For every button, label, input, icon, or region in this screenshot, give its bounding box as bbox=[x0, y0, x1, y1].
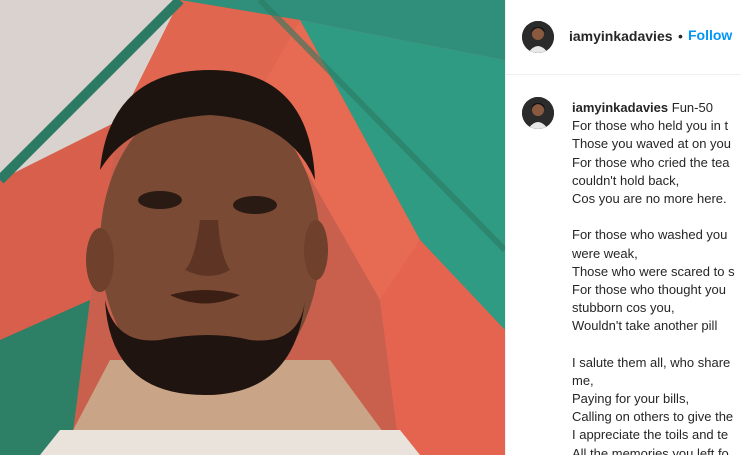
caption-title: Fun-50 bbox=[671, 100, 713, 115]
caption-line: were weak, bbox=[572, 245, 638, 261]
caption-line: I appreciate the toils and te bbox=[572, 427, 729, 443]
caption-line: Cos you are no more here. bbox=[572, 190, 727, 206]
post-side-panel: iamyinkadavies • Follow iamyinkadavies F… bbox=[505, 0, 741, 455]
caption-line: Calling on others to give the bbox=[572, 409, 734, 425]
caption-username[interactable]: iamyinkadavies bbox=[572, 100, 668, 115]
caption-line: For those who cried the tea bbox=[572, 154, 730, 170]
caption-avatar[interactable] bbox=[522, 97, 554, 129]
avatar[interactable] bbox=[522, 21, 554, 53]
caption-blank bbox=[572, 208, 741, 226]
caption-line: me, bbox=[572, 372, 594, 388]
caption-line: Wouldn't take another pill bbox=[572, 318, 718, 334]
header-username[interactable]: iamyinkadavies bbox=[569, 28, 673, 44]
post-caption: iamyinkadavies Fun-50 For those who held… bbox=[572, 99, 741, 455]
profile-avatar-icon bbox=[522, 21, 554, 53]
post-header: iamyinkadavies • Follow bbox=[506, 0, 741, 75]
caption-line: Those you waved at on you bbox=[572, 136, 731, 152]
caption-line: For those who washed you bbox=[572, 227, 728, 243]
caption-header-line: iamyinkadavies Fun-50 bbox=[572, 99, 741, 117]
header-separator: • bbox=[678, 28, 683, 44]
caption-line: stubborn cos you, bbox=[572, 300, 675, 316]
profile-avatar-icon bbox=[522, 97, 554, 129]
follow-button[interactable]: Follow bbox=[688, 27, 732, 43]
caption-blank bbox=[572, 335, 741, 353]
caption-line: For those who held you in t bbox=[572, 118, 729, 134]
caption-line: Paying for your bills, bbox=[572, 391, 690, 406]
caption-line: All the memories you left fo bbox=[572, 445, 729, 455]
post-photo[interactable] bbox=[0, 0, 505, 455]
selfie-photo-image bbox=[0, 0, 505, 455]
caption-line: I salute them all, who share bbox=[572, 354, 731, 370]
caption-line: For those who thought you bbox=[572, 281, 726, 297]
caption-line: couldn't hold back, bbox=[572, 172, 680, 188]
caption-line: Those who were scared to s bbox=[572, 263, 735, 279]
